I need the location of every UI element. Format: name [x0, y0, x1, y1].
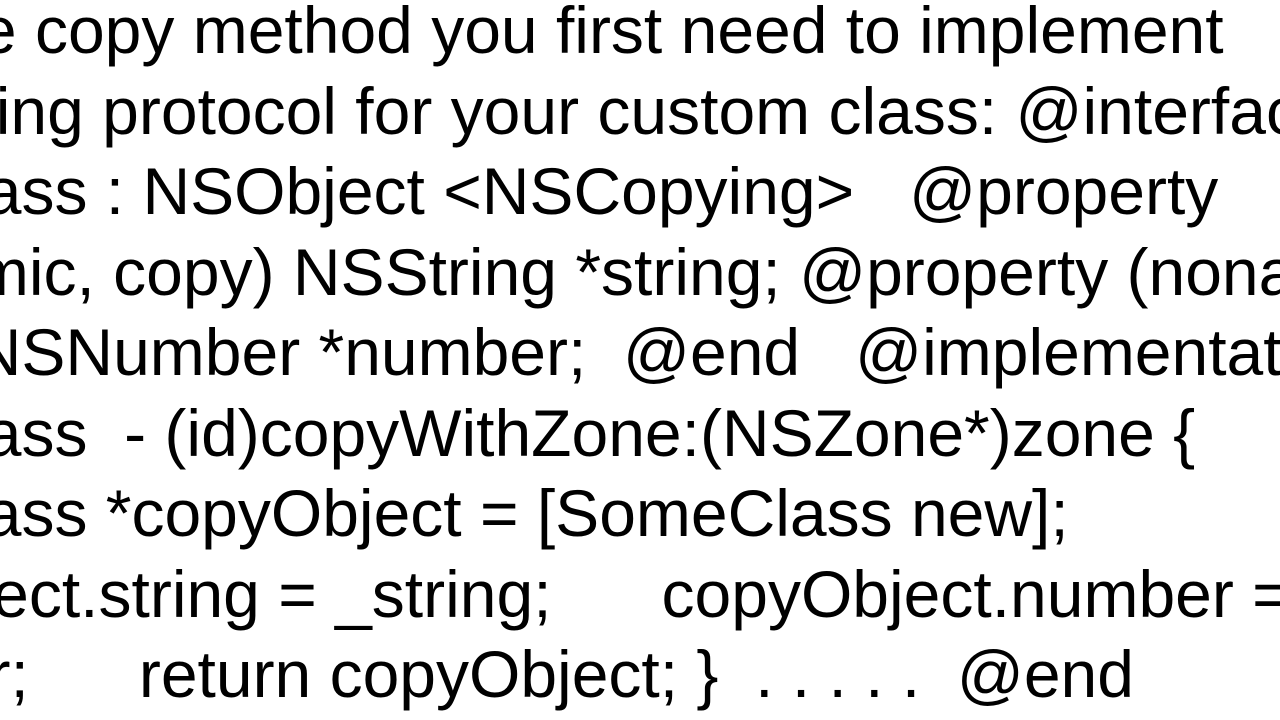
- code-paragraph: 2: To use copy method you first need to …: [0, 0, 1280, 715]
